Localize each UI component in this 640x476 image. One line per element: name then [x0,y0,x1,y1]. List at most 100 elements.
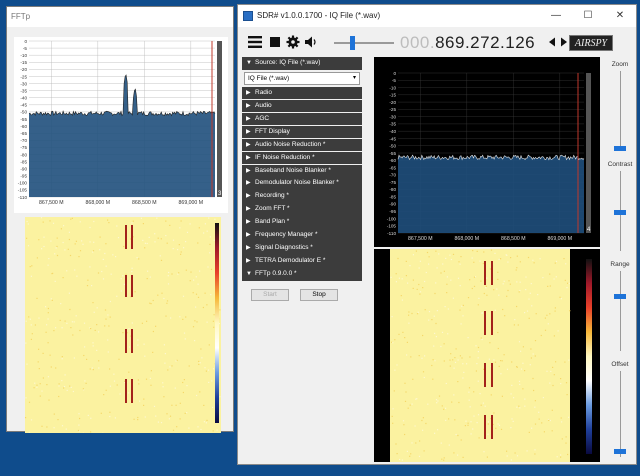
plugin-header-audio-noise-reduction[interactable]: ▶ Audio Noise Reduction * [242,138,362,152]
noise-speck [431,319,433,321]
plugin-header-baseband-noise-blanker[interactable]: ▶ Baseband Noise Blanker * [242,164,362,178]
noise-speck [209,236,211,238]
noise-speck [114,417,116,419]
noise-speck [78,413,80,415]
noise-speck [560,456,562,458]
maximize-button[interactable]: ☐ [574,8,602,24]
noise-speck [445,257,447,259]
offset-slider-thumb[interactable] [614,449,626,454]
close-button[interactable]: ✕ [606,8,634,24]
noise-speck [401,278,403,280]
stop-icon[interactable] [268,35,282,49]
noise-speck [535,313,537,315]
fftp-window[interactable]: FFTp 0 -5 -10 -15 -20 -25 -30 -35 -40 -45 -50 -55 -6… [6,6,234,433]
noise-speck [478,297,480,299]
fftp-waterfall[interactable] [25,217,221,433]
noise-speck [416,288,418,290]
x-tick-label: 867,500 M [39,200,64,206]
noise-speck [484,405,486,407]
noise-speck [516,406,518,408]
noise-speck [524,405,526,407]
range-slider-thumb[interactable] [614,294,626,299]
volume-slider-thumb[interactable] [350,36,355,50]
noise-speck [472,250,474,252]
menu-icon[interactable] [248,35,262,49]
plugin-header-zoom-fft[interactable]: ▶ Zoom FFT * [242,203,362,217]
noise-speck [458,261,460,263]
noise-speck [477,380,479,382]
noise-speck [506,450,508,452]
noise-speck [211,380,213,382]
noise-speck [40,217,43,219]
plugin-header-agc[interactable]: ▶ AGC [242,112,362,126]
minimize-button[interactable]: — [542,8,570,24]
plugin-header-tetra-demodulator-e[interactable]: ▶ TETRA Demodulator E * [242,255,362,268]
plugin-header-signal-diagnostics[interactable]: ▶ Signal Diagnostics * [242,242,362,255]
volume-slider-track[interactable] [334,42,394,44]
plugin-header-label: Recording * [255,192,289,200]
plugin-header-audio[interactable]: ▶ Audio [242,99,362,113]
noise-speck [125,273,127,275]
plugin-header-band-plan[interactable]: ▶ Band Plan * [242,216,362,230]
start-button[interactable]: Start [251,289,289,302]
noise-speck [462,377,464,379]
plugin-header-fft-display[interactable]: ▶ FFT Display [242,125,362,139]
noise-speck [550,370,552,372]
noise-speck [516,255,518,257]
noise-speck [450,258,452,261]
noise-speck [199,270,201,272]
noise-speck [50,240,52,242]
fftp-spectrum[interactable]: 0 -5 -10 -15 -20 -25 -30 -35 -40 -45 -50 -55 -60 -65 -… [14,37,228,213]
zoom-slider-track[interactable] [620,71,621,151]
plugin-header-demodulator-noise-blanker[interactable]: ▶ Demodulator Noise Blanker * [242,177,362,191]
noise-speck [195,293,198,295]
fftp-plugin-header[interactable]: ▼ FFTp 0.9.0.0 * [242,268,362,281]
noise-speck [469,279,471,281]
noise-speck [78,424,80,426]
noise-speck [38,239,40,241]
noise-speck [96,307,98,309]
noise-speck [145,378,148,380]
noise-speck [30,338,32,340]
noise-speck [157,237,159,239]
tuning-arrows-icon[interactable] [549,37,567,47]
speaker-icon[interactable] [304,35,318,49]
stop-button[interactable]: Stop [300,289,338,302]
gear-icon[interactable] [286,35,300,49]
plugin-header-if-noise-reduction[interactable]: ▶ IF Noise Reduction * [242,151,362,165]
zoom-slider-thumb[interactable] [614,146,626,151]
plugin-header-radio[interactable]: ▶ Radio [242,86,362,100]
range-slider-track[interactable] [620,271,621,351]
noise-speck [213,239,215,241]
noise-speck [560,298,562,300]
noise-speck [402,331,404,333]
noise-speck [200,428,202,431]
noise-speck [64,320,66,322]
sdr-titlebar[interactable]: SDR# v1.0.0.1700 - IQ File (*.wav) — ☐ ✕ [238,5,636,27]
noise-speck [182,295,185,297]
plugin-header-frequency-manager[interactable]: ▶ Frequency Manager * [242,229,362,243]
noise-speck [182,391,184,394]
sdr-spectrum[interactable]: 0 -5 -10 -15 -20 -25 -30 -35 -40 -45 -50 -55 -60 -65 -… [374,57,600,247]
sdr-waterfall[interactable] [374,249,600,462]
sdr-window[interactable]: SDR# v1.0.0.1700 - IQ File (*.wav) — ☐ ✕… [237,4,637,465]
noise-speck [506,295,508,297]
noise-speck [532,353,534,355]
noise-speck [61,356,63,358]
noise-speck [461,357,463,359]
frequency-display[interactable]: 000.869.272.126 [400,33,535,53]
offset-slider-track[interactable] [620,371,621,457]
noise-speck [519,281,521,283]
noise-speck [28,431,30,433]
noise-speck [46,384,48,386]
noise-speck [440,272,442,274]
contrast-slider-thumb[interactable] [614,210,626,215]
source-header[interactable]: ▼ Source: IQ File (*.wav) [242,57,362,70]
noise-speck [36,384,38,386]
noise-speck [554,310,556,312]
source-select[interactable]: IQ File (*.wav) ▾ [244,71,360,85]
noise-speck [553,374,555,376]
noise-speck [470,421,472,423]
plugin-header-recording[interactable]: ▶ Recording * [242,190,362,204]
noise-speck [462,363,464,365]
